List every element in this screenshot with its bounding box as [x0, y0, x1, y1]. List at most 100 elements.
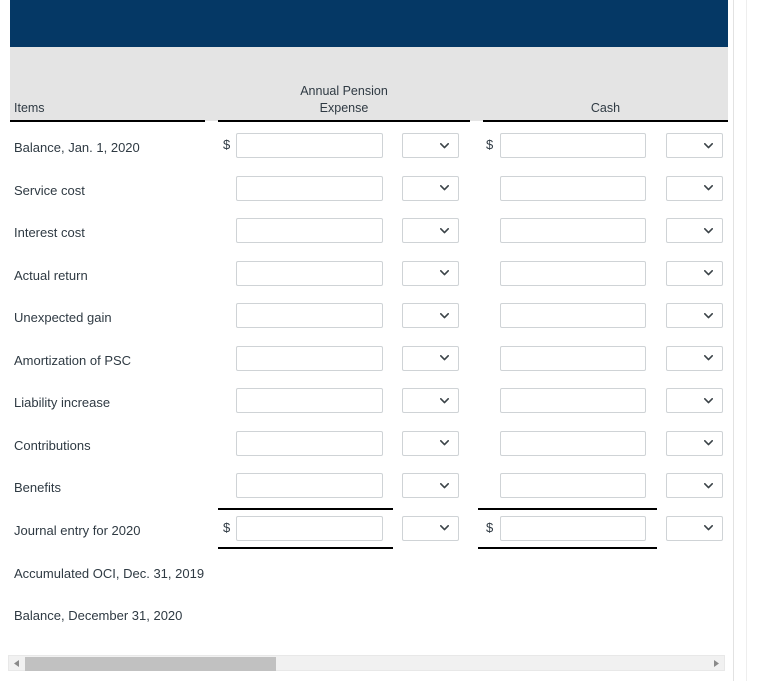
- worksheet-row: Benefits: [0, 469, 733, 512]
- currency-symbol-cash: $: [486, 519, 494, 535]
- chevron-down-icon: [440, 397, 449, 404]
- cash-sign-select[interactable]: [666, 133, 723, 158]
- expense-sign-select[interactable]: [402, 218, 459, 243]
- header-rule-items: [10, 120, 205, 122]
- cash-amount-input[interactable]: [500, 345, 646, 371]
- chevron-down-icon: [440, 525, 449, 531]
- chevron-down-icon: [704, 227, 713, 234]
- column-header-annual-pension-expense: Annual Pension Expense: [218, 83, 470, 117]
- worksheet-row: Amortization of PSC: [0, 342, 733, 385]
- currency-symbol-cash: $: [486, 137, 494, 152]
- chevron-down-icon: [440, 270, 449, 276]
- row-label: Journal entry for 2020: [14, 522, 141, 538]
- page-root: Items Annual Pension Expense Cash Balanc…: [0, 0, 757, 681]
- scroll-right-arrow-icon[interactable]: [709, 656, 723, 670]
- total-rule-bottom-expense: [218, 547, 393, 549]
- cash-sign-select[interactable]: [666, 175, 723, 201]
- cash-amount-input[interactable]: [500, 473, 646, 498]
- row-label: Amortization of PSC: [14, 352, 132, 368]
- total-rule-bottom-cash: [478, 547, 657, 549]
- column-header-cash: Cash: [590, 101, 621, 115]
- scroll-left-arrow-icon[interactable]: [10, 656, 24, 670]
- page-right-divider: [746, 0, 747, 681]
- chevron-down-icon: [704, 270, 713, 276]
- column-header-items: Items: [14, 101, 45, 115]
- worksheet-title-banner: [10, 0, 728, 47]
- worksheet-footer-label: Accumulated OCI, Dec. 31, 2019: [14, 566, 205, 581]
- cash-amount-input[interactable]: [500, 218, 646, 243]
- cash-sign-select[interactable]: [666, 303, 723, 328]
- worksheet-row: Contributions: [0, 427, 733, 470]
- chevron-down-icon: [440, 355, 449, 361]
- row-label: Liability increase: [14, 395, 111, 410]
- row-label: Benefits: [14, 480, 61, 495]
- chevron-down-icon: [704, 440, 713, 446]
- row-label: Interest cost: [14, 225, 85, 240]
- total-rule-top-expense: [218, 508, 393, 510]
- horizontal-scrollbar[interactable]: [8, 655, 725, 671]
- expense-amount-input[interactable]: [236, 430, 383, 456]
- column-header-annual-pension-expense-line1: Annual Pension: [300, 84, 388, 98]
- expense-sign-select[interactable]: [402, 133, 459, 158]
- expense-amount-input[interactable]: [236, 303, 383, 328]
- cash-sign-select[interactable]: [666, 473, 723, 498]
- expense-sign-select[interactable]: [402, 260, 459, 286]
- expense-sign-select[interactable]: [402, 430, 459, 456]
- row-label: Balance, Jan. 1, 2020: [14, 140, 140, 155]
- viewport-right-divider: [733, 0, 734, 681]
- worksheet-footer-label: Balance, December 31, 2020: [14, 608, 183, 623]
- cash-sign-select[interactable]: [666, 260, 723, 286]
- worksheet-row: Actual return: [0, 257, 733, 300]
- header-rule-expense: [218, 120, 470, 122]
- currency-symbol-expense: $: [223, 137, 231, 152]
- chevron-down-icon: [440, 185, 449, 191]
- table-scroll-viewport[interactable]: Items Annual Pension Expense Cash Balanc…: [0, 0, 733, 648]
- chevron-down-icon: [440, 482, 449, 489]
- chevron-down-icon: [704, 397, 713, 404]
- chevron-down-icon: [704, 525, 713, 531]
- chevron-down-icon: [704, 142, 713, 149]
- cash-amount-input[interactable]: [500, 515, 646, 541]
- cash-amount-input[interactable]: [500, 303, 646, 328]
- cash-sign-select[interactable]: [666, 430, 723, 456]
- expense-sign-select[interactable]: [402, 345, 459, 371]
- cash-sign-select[interactable]: [666, 388, 723, 413]
- worksheet-row: Balance, Jan. 1, 2020 $ $: [0, 129, 733, 172]
- chevron-down-icon: [440, 227, 449, 234]
- horizontal-scroll-thumb[interactable]: [25, 657, 276, 671]
- expense-amount-input[interactable]: [236, 388, 383, 413]
- row-label: Unexpected gain: [14, 310, 112, 325]
- currency-symbol-expense: $: [223, 519, 231, 535]
- expense-amount-input[interactable]: [236, 218, 383, 243]
- expense-amount-input[interactable]: [236, 260, 383, 286]
- chevron-down-icon: [704, 185, 713, 191]
- worksheet-row: Unexpected gain: [0, 299, 733, 342]
- cash-amount-input[interactable]: [500, 175, 646, 201]
- cash-amount-input[interactable]: [500, 388, 646, 413]
- worksheet-row: Interest cost: [0, 214, 733, 257]
- cash-amount-input[interactable]: [500, 133, 646, 158]
- expense-amount-input[interactable]: [236, 515, 383, 541]
- expense-amount-input[interactable]: [236, 175, 383, 201]
- cash-sign-select[interactable]: [666, 515, 723, 541]
- expense-amount-input[interactable]: [236, 133, 383, 158]
- chevron-down-icon: [704, 482, 713, 489]
- cash-sign-select[interactable]: [666, 345, 723, 371]
- cash-amount-input[interactable]: [500, 430, 646, 456]
- expense-sign-select[interactable]: [402, 303, 459, 328]
- cash-sign-select[interactable]: [666, 218, 723, 243]
- chevron-down-icon: [704, 355, 713, 361]
- expense-sign-select[interactable]: [402, 515, 459, 541]
- chevron-down-icon: [440, 440, 449, 446]
- row-label: Actual return: [14, 267, 88, 283]
- row-label: Contributions: [14, 437, 91, 453]
- expense-sign-select[interactable]: [402, 388, 459, 413]
- row-label: Service cost: [14, 182, 85, 198]
- column-header-annual-pension-expense-line2: Expense: [319, 101, 369, 115]
- cash-amount-input[interactable]: [500, 260, 646, 286]
- expense-sign-select[interactable]: [402, 473, 459, 498]
- expense-sign-select[interactable]: [402, 175, 459, 201]
- total-rule-top-cash: [478, 508, 657, 510]
- expense-amount-input[interactable]: [236, 345, 383, 371]
- expense-amount-input[interactable]: [236, 473, 383, 498]
